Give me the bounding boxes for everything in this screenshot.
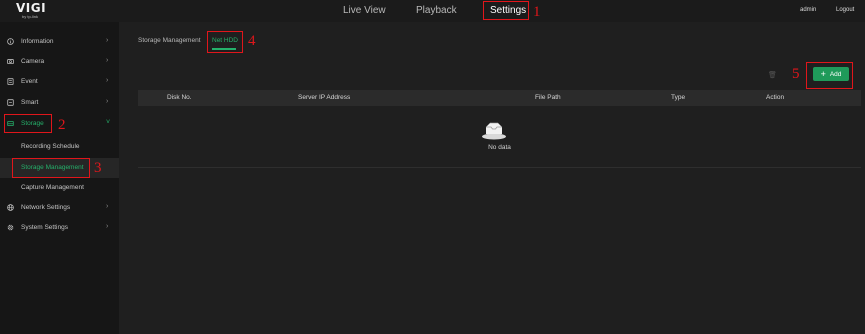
chevron-right-icon: › xyxy=(106,37,109,44)
annotation-box-add xyxy=(806,62,853,89)
chevron-right-icon: › xyxy=(106,77,109,84)
sidebar-item-label: Event xyxy=(21,78,38,85)
sidebar-item-event[interactable]: Event › xyxy=(0,72,119,92)
nav-live-view[interactable]: Live View xyxy=(343,4,386,18)
main-content: Storage Management Net HDD 🗑 + Add Disk N… xyxy=(119,22,865,334)
sidebar-item-label: Information xyxy=(21,38,54,45)
annotation-number-2: 2 xyxy=(58,117,66,133)
nav-playback[interactable]: Playback xyxy=(416,4,457,18)
empty-box-icon xyxy=(480,120,508,140)
logout-link[interactable]: Logout xyxy=(836,7,854,13)
annotation-number-4: 4 xyxy=(248,33,256,49)
globe-icon xyxy=(7,204,14,211)
sidebar-item-label: Smart xyxy=(21,99,39,106)
app-window: VIGI by tp-link Live View Playback Setti… xyxy=(0,0,865,334)
annotation-number-5: 5 xyxy=(792,66,800,82)
camera-icon xyxy=(7,58,14,65)
annotation-box-storage-management xyxy=(12,158,90,178)
chevron-right-icon: › xyxy=(106,57,109,64)
table-header: Disk No. Server IP Address File Path Typ… xyxy=(138,90,861,106)
chevron-right-icon: › xyxy=(106,223,109,230)
sidebar-item-label: Camera xyxy=(21,58,45,65)
annotation-number-3: 3 xyxy=(94,160,102,176)
annotation-box-net-hdd xyxy=(207,31,243,53)
top-bar: VIGI by tp-link Live View Playback Setti… xyxy=(0,0,865,22)
sidebar: Information › Camera › Event › Smart › S… xyxy=(0,22,119,334)
gear-icon xyxy=(7,224,14,231)
column-header-server-ip: Server IP Address xyxy=(298,94,351,101)
no-data-text: No data xyxy=(488,144,511,151)
chevron-right-icon: › xyxy=(106,98,109,105)
column-header-file-path: File Path xyxy=(535,94,561,101)
event-icon xyxy=(7,78,14,85)
table-empty-state: No data xyxy=(138,106,861,168)
tab-storage-management[interactable]: Storage Management xyxy=(138,37,201,45)
chevron-right-icon: › xyxy=(106,203,109,210)
sidebar-item-recording-schedule[interactable]: Recording Schedule xyxy=(0,137,119,157)
annotation-box-settings xyxy=(483,1,529,20)
sidebar-item-capture-management[interactable]: Capture Management xyxy=(0,178,119,198)
column-header-action: Action xyxy=(766,94,785,101)
vigi-logo[interactable]: VIGI by tp-link xyxy=(16,2,52,20)
user-name[interactable]: admin xyxy=(800,7,816,13)
sidebar-item-system-settings[interactable]: System Settings › xyxy=(0,218,119,238)
sidebar-item-label: Capture Management xyxy=(21,184,84,191)
chevron-down-icon: ˅ xyxy=(106,119,111,126)
logo-subtitle: by tp-link xyxy=(22,14,39,19)
annotation-number-1: 1 xyxy=(533,4,541,20)
sidebar-item-smart[interactable]: Smart › xyxy=(0,93,119,113)
smart-icon xyxy=(7,99,14,106)
logo-mark: VIGI xyxy=(16,1,47,15)
column-header-disk-no: Disk No. xyxy=(167,94,192,101)
delete-icon[interactable]: 🗑 xyxy=(768,72,781,79)
sidebar-item-camera[interactable]: Camera › xyxy=(0,52,119,72)
sidebar-item-label: Recording Schedule xyxy=(21,143,80,150)
sidebar-item-network-settings[interactable]: Network Settings › xyxy=(0,198,119,218)
sidebar-item-label: Network Settings xyxy=(21,204,71,211)
sidebar-item-information[interactable]: Information › xyxy=(0,32,119,52)
column-header-type: Type xyxy=(671,94,686,101)
sidebar-item-label: System Settings xyxy=(21,224,68,231)
info-icon xyxy=(7,38,14,45)
table-toolbar-icons: 🗑 xyxy=(768,71,781,79)
annotation-box-storage xyxy=(4,114,52,133)
